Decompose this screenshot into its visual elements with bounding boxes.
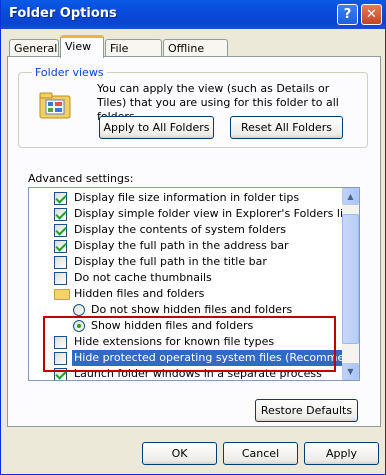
close-icon: ✕ (366, 7, 377, 22)
help-icon: ? (343, 7, 352, 22)
checkbox[interactable] (54, 208, 67, 221)
checkbox[interactable] (54, 224, 67, 237)
reset-all-folders-button[interactable]: Reset All Folders (230, 116, 343, 139)
vertical-scrollbar[interactable]: ▲ ▼ (342, 188, 359, 380)
checkbox[interactable] (54, 368, 67, 380)
title-bar: Folder Options ? ✕ (1, 0, 386, 29)
cancel-button[interactable]: Cancel (223, 442, 298, 465)
radio-button[interactable] (73, 304, 85, 316)
list-item[interactable]: Launch folder windows in a separate proc… (29, 366, 341, 380)
folder-views-icon (39, 92, 71, 119)
list-item: Hidden files and folders (29, 286, 341, 302)
ok-button[interactable]: OK (142, 442, 217, 465)
tab-file-types[interactable]: File Types (105, 39, 162, 68)
checkbox[interactable] (54, 192, 67, 205)
list-item[interactable]: Hide protected operating system files (R… (29, 349, 359, 367)
list-item[interactable]: Hide extensions for known file types (29, 334, 341, 350)
advanced-settings-list[interactable]: Display file size information in folder … (28, 187, 360, 381)
list-item[interactable]: Show hidden files and folders (29, 318, 341, 334)
list-item[interactable]: Display the full path in the title bar (29, 254, 341, 270)
list-item[interactable]: Display file size information in folder … (29, 190, 341, 206)
restore-defaults-button[interactable]: Restore Defaults (255, 399, 358, 422)
tab-strip: General View File Types Offline Files (7, 35, 381, 68)
folder-views-legend: Folder views (32, 66, 107, 79)
scroll-thumb[interactable] (342, 214, 359, 344)
tab-offline-files[interactable]: Offline Files (163, 39, 228, 68)
folder-options-dialog: Folder Options ? ✕ General View File Typ… (0, 0, 386, 475)
radio-button[interactable] (73, 320, 85, 332)
close-button[interactable]: ✕ (361, 4, 382, 25)
window-title: Folder Options (9, 6, 117, 21)
scroll-down-button[interactable]: ▼ (342, 363, 359, 380)
list-item[interactable]: Display the contents of system folders (29, 222, 341, 238)
checkbox[interactable] (54, 256, 67, 269)
chevron-down-icon: ▼ (347, 367, 354, 376)
checkbox[interactable] (54, 272, 67, 285)
tab-view[interactable]: View (60, 35, 104, 58)
list-item[interactable]: Do not show hidden files and folders (29, 302, 341, 318)
folder-icon (54, 289, 70, 300)
help-button[interactable]: ? (337, 4, 358, 25)
chevron-up-icon: ▲ (347, 192, 354, 201)
checkbox[interactable] (54, 336, 67, 349)
checkbox[interactable] (54, 352, 67, 365)
advanced-settings-label: Advanced settings: (28, 172, 134, 185)
checkbox[interactable] (54, 240, 67, 253)
tab-general[interactable]: General (9, 39, 59, 57)
list-item[interactable]: Do not cache thumbnails (29, 270, 341, 286)
scroll-up-button[interactable]: ▲ (342, 188, 359, 205)
apply-button[interactable]: Apply (304, 442, 379, 465)
list-item[interactable]: Display simple folder view in Explorer's… (29, 206, 353, 222)
apply-to-all-folders-button[interactable]: Apply to All Folders (99, 116, 214, 139)
list-item[interactable]: Display the full path in the address bar (29, 238, 341, 254)
